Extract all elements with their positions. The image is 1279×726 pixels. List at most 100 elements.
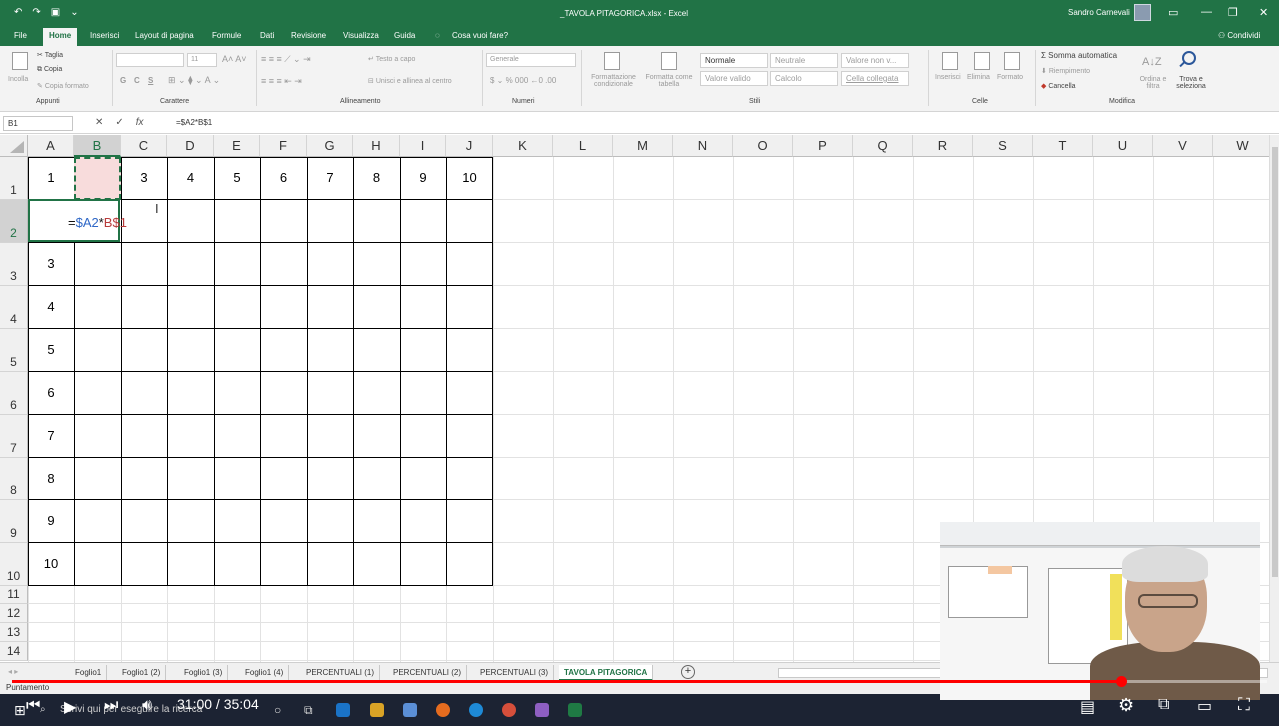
excel-taskbar-icon[interactable]	[568, 703, 582, 717]
cell-value[interactable]: 5	[28, 342, 74, 357]
column-header-u[interactable]: U	[1093, 135, 1153, 157]
close-icon[interactable]: ✕	[1259, 6, 1268, 19]
cancel-icon[interactable]: ✕	[95, 117, 103, 128]
cell-value[interactable]: 10	[446, 170, 493, 185]
format-painter-button[interactable]: ✎ Copia formato	[37, 82, 89, 90]
font-name-select[interactable]	[116, 53, 184, 67]
format-as-table-icon[interactable]	[661, 52, 677, 70]
column-header-b[interactable]: B	[74, 135, 121, 157]
tell-me-search[interactable]: Cosa vuoi fare?	[452, 31, 508, 40]
number-format-select[interactable]: Generale	[486, 53, 576, 67]
windows-start-icon[interactable]: ⊞	[14, 702, 26, 719]
cortana-icon[interactable]: ○	[274, 703, 281, 717]
store-icon[interactable]	[403, 703, 417, 717]
grow-font-icon[interactable]: A˄ A˅	[222, 54, 247, 64]
task-view-icon[interactable]: ⧉	[304, 703, 313, 718]
conditional-format-button[interactable]: Formattazione condizionale	[586, 74, 641, 88]
row-header-10[interactable]: 10	[0, 543, 28, 586]
file-explorer-icon[interactable]	[370, 703, 384, 717]
column-header-g[interactable]: G	[307, 135, 353, 157]
column-header-t[interactable]: T	[1033, 135, 1093, 157]
row-header-9[interactable]: 9	[0, 500, 28, 543]
row-header-5[interactable]: 5	[0, 329, 28, 372]
merge-center-button[interactable]: ⊟ Unisci e allinea al centro	[368, 77, 452, 85]
tab-guida[interactable]: Guida	[394, 31, 415, 40]
format-as-table-button[interactable]: Formatta come tabella	[641, 74, 697, 88]
fx-icon[interactable]: fx	[136, 117, 144, 128]
format-cells-icon[interactable]	[1004, 52, 1020, 70]
insert-cells-icon[interactable]	[942, 52, 958, 70]
select-all-corner[interactable]	[0, 135, 28, 157]
skype-icon[interactable]	[469, 703, 483, 717]
column-header-s[interactable]: S	[973, 135, 1033, 157]
column-header-p[interactable]: P	[793, 135, 853, 157]
column-header-o[interactable]: O	[733, 135, 793, 157]
row-header-8[interactable]: 8	[0, 458, 28, 500]
chrome-icon[interactable]	[502, 703, 516, 717]
format-cells-button[interactable]: Formato	[997, 74, 1023, 81]
tab-layout[interactable]: Layout di pagina	[135, 31, 194, 40]
next-icon[interactable]: ⏭	[104, 697, 118, 715]
tab-dati[interactable]: Dati	[260, 31, 274, 40]
avatar[interactable]	[1134, 4, 1151, 21]
search-icon[interactable]: ⌕	[40, 704, 46, 715]
column-header-i[interactable]: I	[400, 135, 446, 157]
clear-button[interactable]: ◆ Cancella	[1041, 82, 1076, 90]
delete-cells-icon[interactable]	[974, 52, 990, 70]
name-box[interactable]: B1	[3, 116, 73, 131]
cell-value[interactable]: 8	[353, 170, 400, 185]
cell-value[interactable]: 8	[28, 471, 74, 486]
sheet-tab[interactable]: Foglio1 (4)	[240, 665, 290, 681]
style-calc[interactable]: Calcolo	[770, 71, 838, 86]
cell-value[interactable]: 5	[214, 170, 260, 185]
edge-icon[interactable]	[336, 703, 350, 717]
wrap-text-button[interactable]: ↵ Testo a capo	[368, 55, 415, 63]
cell-value[interactable]: 9	[400, 170, 446, 185]
video-progress-bar[interactable]	[12, 676, 1267, 687]
play-icon[interactable]: ▶	[64, 697, 76, 717]
column-header-r[interactable]: R	[913, 135, 973, 157]
conditional-format-icon[interactable]	[604, 52, 620, 70]
insert-cells-button[interactable]: Inserisci	[935, 74, 961, 81]
miniplayer-icon[interactable]: ⧉	[1158, 696, 1169, 714]
cut-button[interactable]: ✂ Taglia	[37, 51, 63, 59]
cell-value[interactable]: 9	[28, 513, 74, 528]
cell-value[interactable]: 3	[121, 170, 167, 185]
cell-editor[interactable]: =$A2*B$1	[28, 199, 127, 242]
redo-icon[interactable]: ↷	[32, 7, 40, 18]
delete-cells-button[interactable]: Elimina	[967, 74, 990, 81]
row-header-1[interactable]: 1	[0, 157, 28, 200]
find-select-button[interactable]: Trova e seleziona	[1170, 76, 1212, 90]
add-sheet-icon[interactable]: +	[681, 665, 695, 679]
sort-filter-icon[interactable]: A↓Z	[1142, 56, 1162, 68]
column-header-v[interactable]: V	[1153, 135, 1213, 157]
sheet-tab[interactable]: Foglio1 (3)	[179, 665, 229, 681]
column-header-w[interactable]: W	[1213, 135, 1269, 157]
align-left-icon[interactable]: ≡ ≡ ≡ ⇤ ⇥	[261, 76, 302, 87]
scroll-thumb[interactable]	[1272, 147, 1278, 577]
video-scrubber[interactable]	[1116, 676, 1127, 687]
sheet-tab[interactable]: PERCENTUALI (2)	[388, 665, 468, 681]
customize-qat-icon[interactable]: ⌄	[70, 7, 78, 18]
style-neutral[interactable]: Neutrale	[770, 53, 838, 68]
sheet-tab-active[interactable]: TAVOLA PITAGORICA	[559, 665, 654, 681]
copy-button[interactable]: ⧉ Copia	[37, 66, 62, 74]
row-header-11[interactable]: 11	[0, 586, 28, 604]
row-header-4[interactable]: 4	[0, 286, 28, 329]
cell-value[interactable]: 6	[260, 170, 307, 185]
paste-icon[interactable]	[12, 52, 28, 70]
share-button[interactable]: ⚇ Condividi	[1218, 31, 1260, 40]
column-header-a[interactable]: A	[28, 135, 74, 157]
save-icon[interactable]: ▣	[51, 7, 60, 18]
autosum-button[interactable]: Σ Somma automatica	[1041, 51, 1117, 60]
cell-value[interactable]: 3	[28, 256, 74, 271]
tab-revisione[interactable]: Revisione	[291, 31, 326, 40]
cell-value[interactable]: 10	[28, 556, 74, 571]
previous-icon[interactable]: ⏮	[26, 697, 40, 715]
sheet-tab[interactable]: Foglio1 (2)	[117, 665, 167, 681]
firefox-icon[interactable]	[436, 703, 450, 717]
sort-filter-button[interactable]: Ordina e filtra	[1136, 76, 1170, 90]
tab-file[interactable]: File	[14, 31, 27, 40]
column-header-n[interactable]: N	[673, 135, 733, 157]
row-header-6[interactable]: 6	[0, 372, 28, 415]
